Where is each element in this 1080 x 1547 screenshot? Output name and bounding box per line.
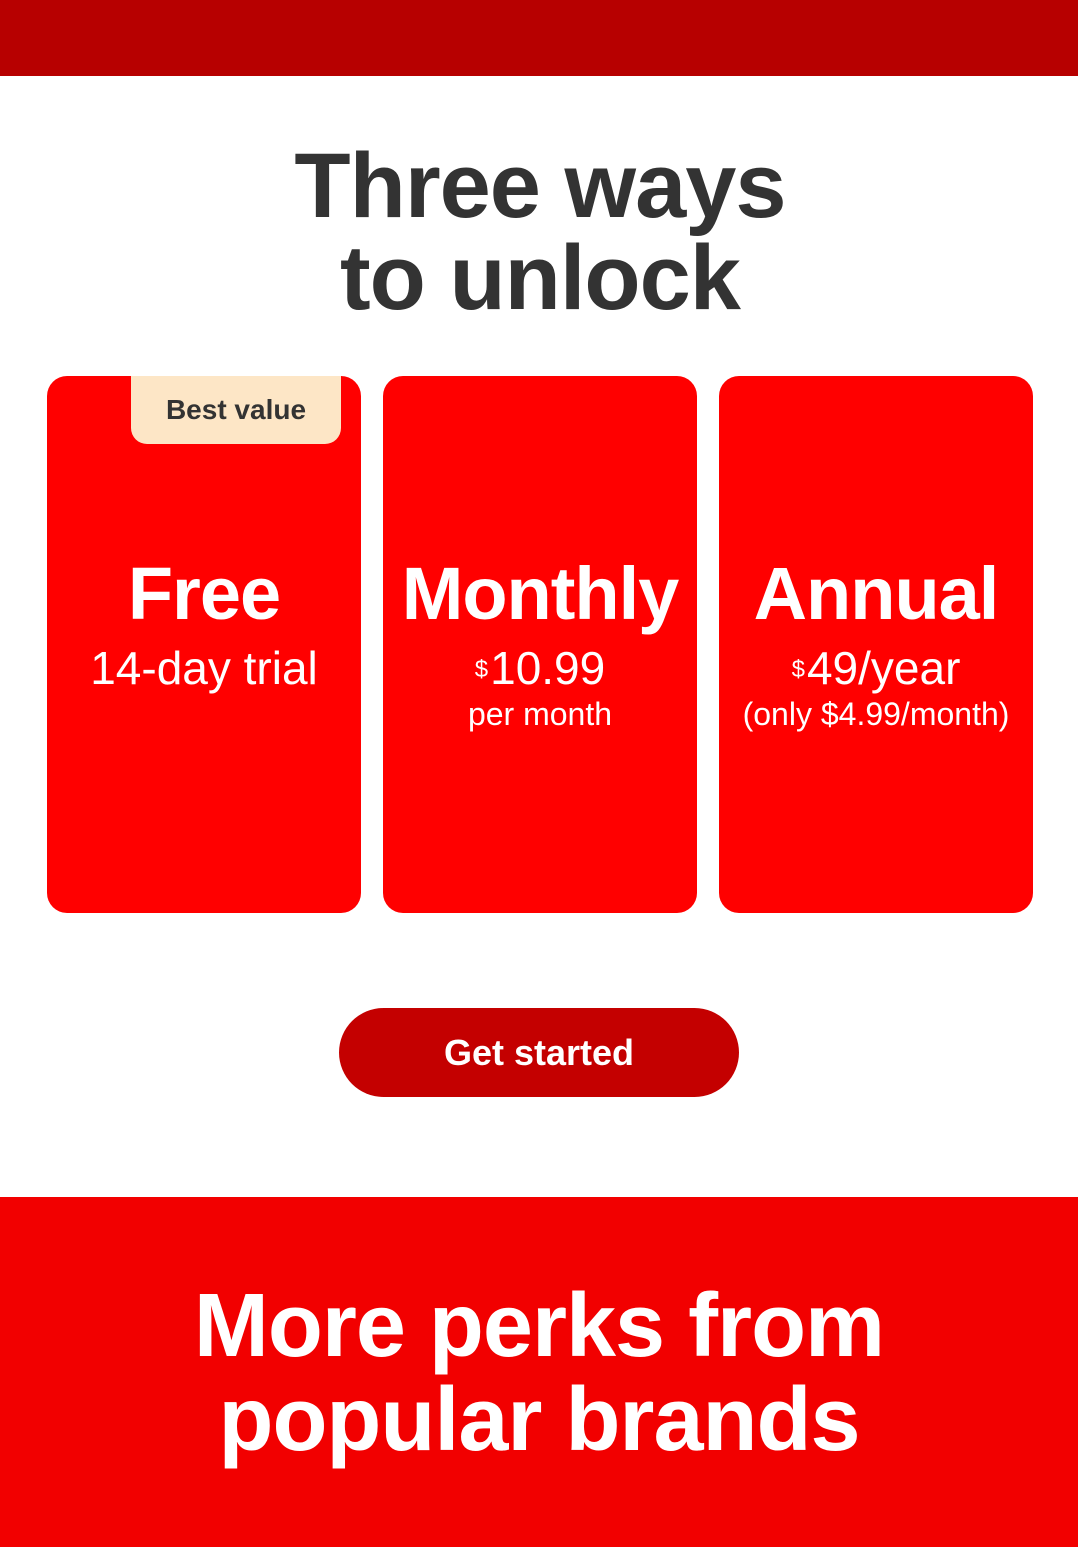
plan-price-note: per month: [467, 696, 613, 732]
page-title-line-1: Three ways: [294, 135, 786, 237]
plan-price: $49/year: [719, 642, 1033, 694]
perks-section: More perks from popular brands: [0, 1197, 1078, 1547]
best-value-badge: Best value: [131, 376, 341, 444]
plan-price-value: 10.99: [490, 642, 606, 694]
plan-price: $10.99: [383, 642, 697, 694]
page-title: Three ways to unlock: [0, 140, 1080, 324]
plan-name: Free: [127, 552, 281, 635]
plan-price: 14-day trial: [90, 642, 318, 694]
plan-card-monthly[interactable]: Monthly $10.99 per month: [383, 376, 697, 913]
page-title-line-2: to unlock: [340, 227, 741, 329]
perks-title-line-2: popular brands: [218, 1370, 860, 1470]
top-banner: [0, 0, 1078, 76]
plan-card-annual[interactable]: Annual $49/year (only $4.99/month): [719, 376, 1033, 913]
get-started-button[interactable]: Get started: [339, 1008, 739, 1097]
plan-price-value: 49/year: [806, 642, 961, 694]
perks-title-line-1: More perks from: [193, 1276, 885, 1376]
currency-symbol: $: [791, 656, 805, 683]
plan-price-note: (only $4.99/month): [742, 696, 1010, 732]
plan-name: Monthly: [401, 552, 680, 635]
plan-name: Annual: [753, 552, 1000, 635]
plan-card-free[interactable]: Best value Free 14-day trial: [47, 376, 361, 913]
currency-symbol: $: [474, 656, 489, 683]
page: Three ways to unlock Best value Free 14-…: [0, 0, 1080, 1547]
perks-title: More perks from popular brands: [0, 1279, 1078, 1467]
